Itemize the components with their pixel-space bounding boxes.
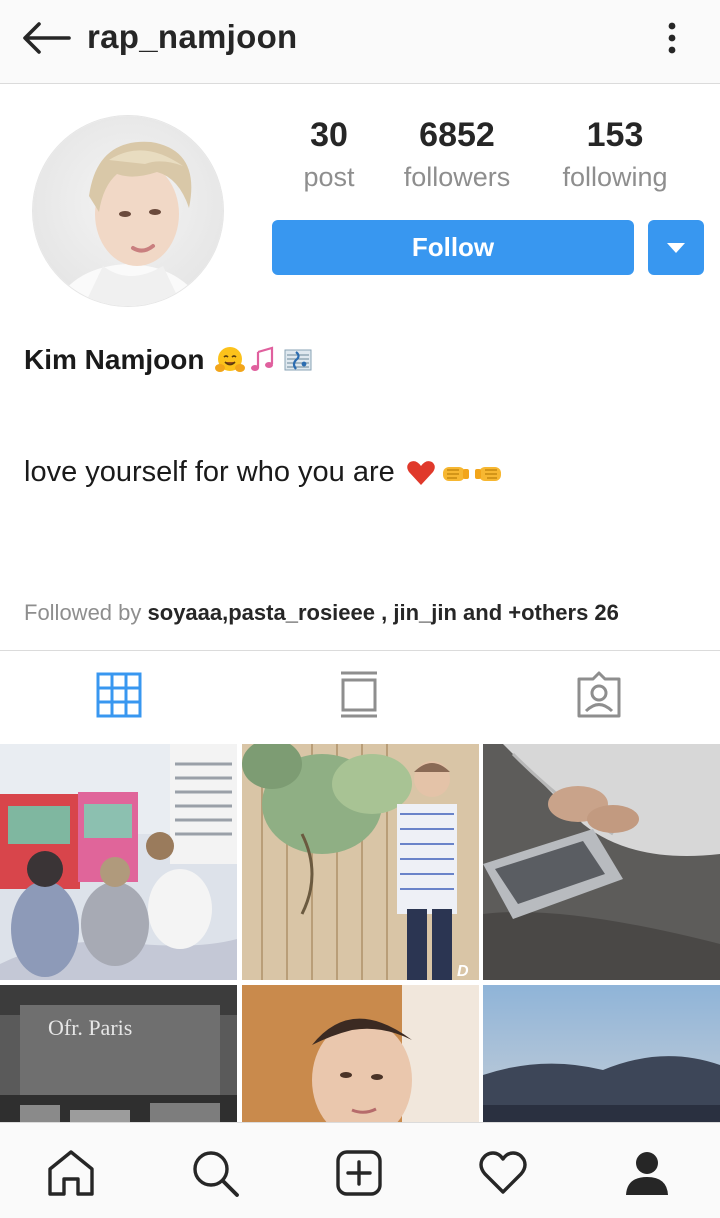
posts-stat[interactable]: 30 post — [289, 115, 369, 199]
bottom-navigation — [0, 1122, 720, 1218]
profile-icon — [626, 1152, 668, 1195]
full-name-text: Kim Namjoon — [24, 344, 205, 375]
photo-arcade — [0, 744, 237, 980]
back-button[interactable] — [20, 16, 72, 60]
arrow-left-icon — [23, 22, 71, 54]
nav-profile-button[interactable] — [619, 1145, 675, 1201]
tab-feed[interactable] — [333, 669, 385, 721]
heart-icon — [479, 1151, 527, 1194]
feed-icon — [341, 671, 377, 718]
followers-count: 6852 — [419, 116, 495, 154]
musical-score-emoji — [284, 349, 312, 371]
home-icon — [48, 1150, 94, 1196]
grid-post[interactable] — [483, 744, 720, 980]
left-facing-fist-emoji — [442, 466, 469, 481]
nav-search-button[interactable] — [187, 1145, 243, 1201]
following-stat[interactable]: 153 following — [550, 115, 680, 199]
profile-bio: love yourself for who you are — [24, 456, 505, 489]
app-header: rap_namjoon — [0, 0, 720, 84]
more-options-button[interactable] — [650, 16, 694, 60]
profile-tabs — [0, 650, 720, 744]
photo-laptop — [483, 744, 720, 980]
add-post-icon — [336, 1150, 382, 1196]
mural-corner-text: D — [457, 963, 469, 980]
tagged-icon — [577, 671, 621, 718]
followed-by-line[interactable]: Followed by soyaaa,pasta_rosieee , jin_j… — [24, 600, 619, 626]
bookstore-sign-text: Ofr. Paris — [48, 1015, 132, 1040]
tab-tagged[interactable] — [573, 669, 625, 721]
suggested-accounts-button[interactable] — [648, 220, 704, 275]
nav-home-button[interactable] — [43, 1145, 99, 1201]
grid-post[interactable]: D — [242, 744, 479, 980]
right-facing-fist-emoji — [474, 466, 501, 481]
followed-by-names: soyaaa,pasta_rosieee , jin_jin and +othe… — [147, 600, 619, 625]
following-count: 153 — [586, 116, 644, 154]
profile-full-name: Kim Namjoon — [24, 344, 314, 376]
following-label: following — [562, 162, 668, 192]
posts-label: post — [303, 162, 355, 192]
followed-by-prefix: Followed by — [24, 600, 142, 625]
more-vertical-icon — [668, 22, 676, 54]
profile-photo — [33, 116, 223, 306]
followers-label: followers — [403, 162, 511, 192]
posts-count: 30 — [310, 116, 348, 154]
grid-post[interactable] — [0, 744, 237, 980]
search-icon — [193, 1151, 239, 1197]
grid-icon — [96, 672, 142, 718]
photo-mural: D — [242, 744, 479, 980]
nav-activity-button[interactable] — [475, 1145, 531, 1201]
nav-add-post-button[interactable] — [331, 1145, 387, 1201]
chevron-down-icon — [667, 242, 685, 253]
red-heart-emoji — [406, 460, 435, 485]
musical-notes-emoji — [251, 346, 274, 371]
profile-username: rap_namjoon — [87, 18, 298, 55]
follow-button[interactable]: Follow — [272, 220, 634, 275]
tab-grid[interactable] — [93, 669, 145, 721]
bio-text: love yourself for who you are — [24, 456, 395, 488]
followers-stat[interactable]: 6852 followers — [392, 115, 522, 199]
profile-avatar[interactable] — [32, 115, 224, 307]
hugging-face-emoji — [215, 347, 246, 372]
